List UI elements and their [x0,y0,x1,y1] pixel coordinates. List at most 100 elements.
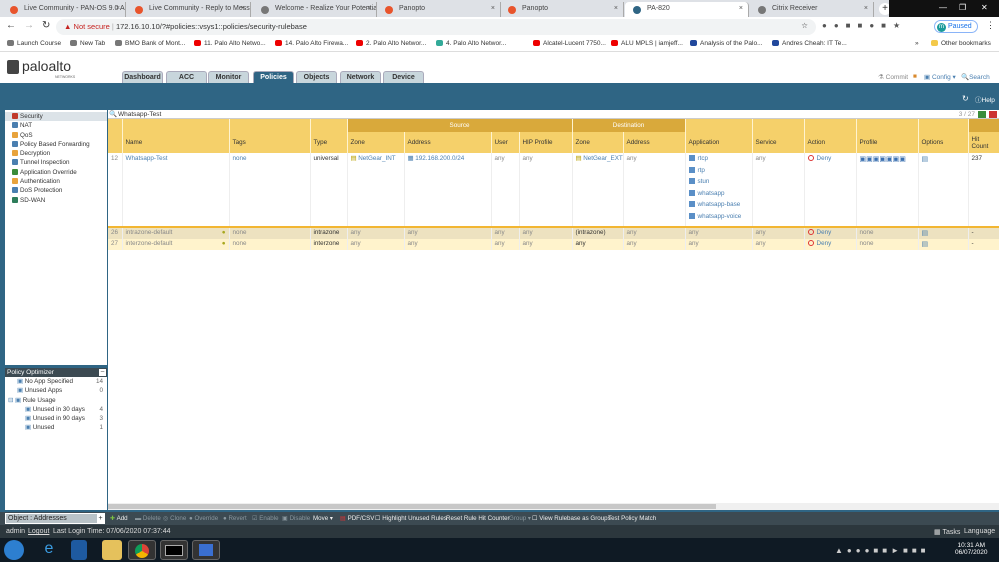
nav-tab-acc[interactable]: ACC [166,71,207,83]
application-item[interactable]: stun [688,178,749,190]
scrollbar-thumb[interactable] [108,504,716,509]
column-header-options[interactable]: Options [918,132,969,153]
tasks-button[interactable]: ▦ Tasks [934,528,960,536]
lock-icon[interactable]: ■ [913,73,917,80]
sidebar-item-nat[interactable]: NAT [5,121,107,130]
tab-close-icon[interactable]: × [864,5,868,12]
column-header-action[interactable]: Action [804,132,857,153]
file-blocking-profile-icon[interactable]: ▣ [886,156,893,163]
logout-link[interactable]: Logout [28,528,49,535]
browser-tab[interactable]: Panopto × [377,2,501,17]
sidebar-item-security[interactable]: Security [5,112,107,122]
column-header-zone[interactable]: Zone [347,132,405,153]
internet-explorer-icon[interactable]: e [35,540,63,560]
bookmark-item[interactable]: 2. Palo Alto Networ... [356,40,426,47]
tab-close-icon[interactable]: × [614,5,618,12]
clone-button[interactable]: ◎ Clone [163,515,186,522]
sidebar-item-dos-protection[interactable]: DoS Protection [5,186,107,195]
browser-tab[interactable]: Live Community - PAN-OS 9.0 A × [2,2,126,17]
nav-tab-dashboard[interactable]: Dashboard [122,71,163,83]
column-header-user[interactable]: User [491,132,520,153]
nav-tab-monitor[interactable]: Monitor [208,71,249,83]
view-groups-button[interactable]: ☐ View Rulebase as Groups [532,515,611,522]
pdf-button[interactable]: ▤ PDF/CSV [340,515,374,522]
wildfire-profile-icon[interactable]: ▣ [899,156,906,163]
start-button[interactable] [4,540,24,560]
bookmark-item[interactable]: 14. Palo Alto Firewa... [275,40,348,47]
application-item[interactable]: whatsapp [688,189,749,202]
revert-button[interactable]: ● Revert [223,515,247,522]
browser-tab[interactable]: Welcome - Realize Your Potentia × [253,2,377,17]
remote-desktop-icon[interactable] [192,540,220,560]
refresh-icon[interactable]: ↻ [962,94,969,103]
group-button[interactable]: Group ▾ [509,515,531,522]
optimizer-item[interactable]: ▣ Unused Apps 0 [5,386,107,395]
column-header-name[interactable]: Name [122,132,230,153]
minimize-button[interactable]: — [939,3,947,12]
maximize-button[interactable]: ❐ [959,3,966,12]
bookmark-item[interactable]: Alcatel-Lucent 7750... [533,40,606,47]
optimizer-item[interactable]: ▣ No App Specified 14 [5,377,107,386]
application-item[interactable]: whatsapp-voice [688,212,749,225]
clear-filter-icon[interactable] [989,111,997,118]
other-bookmarks[interactable]: Other bookmarks [931,40,991,47]
table-row[interactable]: 27 interzone-default ● none interzone any any a… [108,239,999,250]
vulnerability-profile-icon[interactable]: ▣ [866,156,873,163]
move-button[interactable]: Move ▾ [313,515,333,522]
optimizer-item[interactable]: ▣ Unused in 90 days 3 [5,414,107,423]
expand-icon[interactable]: ⊟ [8,397,15,404]
tab-close-icon[interactable]: × [739,5,743,12]
browser-tab[interactable]: Citrix Receiver × [750,2,874,17]
delete-button[interactable]: ▬ Delete [135,515,161,522]
optimizer-item[interactable]: ⊟ ▣ Rule Usage [5,396,107,405]
highlight-button[interactable]: ☐ Highlight Unused Rules [375,515,447,522]
nav-tab-device[interactable]: Device [383,71,424,83]
browser-tab[interactable]: Panopto × [500,2,624,17]
nav-tab-policies[interactable]: Policies [253,71,294,83]
extension-icons[interactable]: ●●■■●■★ [822,21,932,32]
system-tray-icons[interactable]: ▲●●●■■►■■■ [835,546,930,555]
column-header-zone[interactable]: Zone [572,132,624,153]
nav-tab-objects[interactable]: Objects [296,71,337,83]
reset-button[interactable]: Reset Rule Hit Counter [446,515,510,522]
application-item[interactable]: rtcp [688,155,749,167]
bookmark-item[interactable]: BMO Bank of Mont... [115,40,185,47]
column-header-hit-count[interactable]: Hit Count [968,132,999,153]
help-button[interactable]: ⓘHelp [975,94,995,104]
config-menu[interactable]: ▣ Config ▾ [924,73,956,81]
back-icon[interactable]: ← [6,20,16,31]
bookmark-star-icon[interactable]: ☆ [801,21,808,30]
options-icon[interactable]: ▤ [922,230,929,237]
override-button[interactable]: ● Override [189,515,218,522]
menu-icon[interactable]: ⋮ [986,20,995,31]
apply-filter-icon[interactable] [978,111,986,118]
disable-button[interactable]: ▣ Disable [282,515,310,522]
column-header-type[interactable]: Type [310,132,348,153]
sidebar-item-application-override[interactable]: Application Override [5,168,107,177]
column-header-address[interactable]: Address [404,132,492,153]
options-icon[interactable]: ▤ [922,241,929,248]
optimizer-item[interactable]: ▣ Unused 1 [5,423,107,432]
browser-tab[interactable]: PA-820 × [625,2,749,17]
url-bar[interactable]: ▲ Not secure | 172.16.10.10/?#policies::… [56,19,816,35]
options-icon[interactable]: ▤ [922,156,929,163]
application-item[interactable]: rtp [688,166,749,179]
column-header-address[interactable]: Address [623,132,686,153]
sidebar-item-policy-based-forwarding[interactable]: Policy Based Forwarding [5,140,107,149]
forward-icon[interactable]: → [24,20,34,31]
column-header-tags[interactable]: Tags [229,132,311,153]
close-window-button[interactable]: ✕ [981,3,988,12]
application-item[interactable]: whatsapp-base [688,201,749,213]
bookmark-item[interactable]: Analysis of the Palo... [690,40,763,47]
tab-close-icon[interactable]: × [491,5,495,12]
tab-close-icon[interactable]: × [241,5,245,12]
sidebar-item-tunnel-inspection[interactable]: Tunnel Inspection [5,158,107,167]
sidebar-item-qos[interactable]: QoS [5,131,107,140]
test-button[interactable]: Test Policy Match [608,515,656,522]
command-prompt-icon[interactable] [160,540,188,560]
bookmark-item[interactable]: Andres Cheah: IT Te... [772,40,847,47]
enable-button[interactable]: ☑ Enable [252,515,279,522]
clock[interactable]: 10:31 AM 06/07/2020 [955,542,988,556]
add-button[interactable]: ✚ Add [110,515,128,522]
bookmark-item[interactable]: 11. Palo Alto Netwo... [194,40,266,47]
